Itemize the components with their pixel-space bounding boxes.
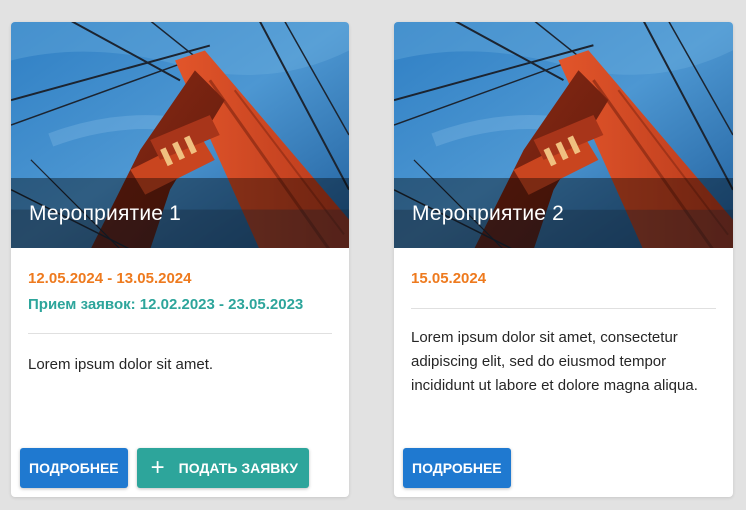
event-title: Мероприятие 2 xyxy=(412,202,565,225)
event-title: Мероприятие 1 xyxy=(29,202,182,225)
divider xyxy=(28,333,332,334)
event-image: Мероприятие 2 xyxy=(394,22,733,248)
event-description: Lorem ipsum dolor sit amet, consectetur … xyxy=(411,329,698,394)
application-period: Прием заявок: 12.02.2023 - 23.05.2023 xyxy=(28,296,304,313)
event-date: 15.05.2024 xyxy=(411,270,487,287)
event-description: Lorem ipsum dolor sit amet. xyxy=(28,356,214,373)
details-button[interactable]: ПОДРОБНЕЕ xyxy=(403,448,511,488)
event-image: Мероприятие 1 xyxy=(11,22,349,248)
apply-button[interactable]: + ПОДАТЬ ЗАЯВКУ xyxy=(136,448,309,488)
divider xyxy=(411,308,716,309)
details-button[interactable]: ПОДРОБНЕЕ xyxy=(20,448,128,488)
event-date: 12.05.2024 - 13.05.2024 xyxy=(28,270,192,287)
event-card: Мероприятие 1 12.05.2024 - 13.05.2024 Пр… xyxy=(11,22,349,497)
event-card: Мероприятие 2 15.05.2024 Lorem ipsum dol… xyxy=(394,22,733,497)
apply-button-label: ПОДАТЬ ЗАЯВКУ xyxy=(178,460,298,476)
plus-icon: + xyxy=(150,454,165,481)
